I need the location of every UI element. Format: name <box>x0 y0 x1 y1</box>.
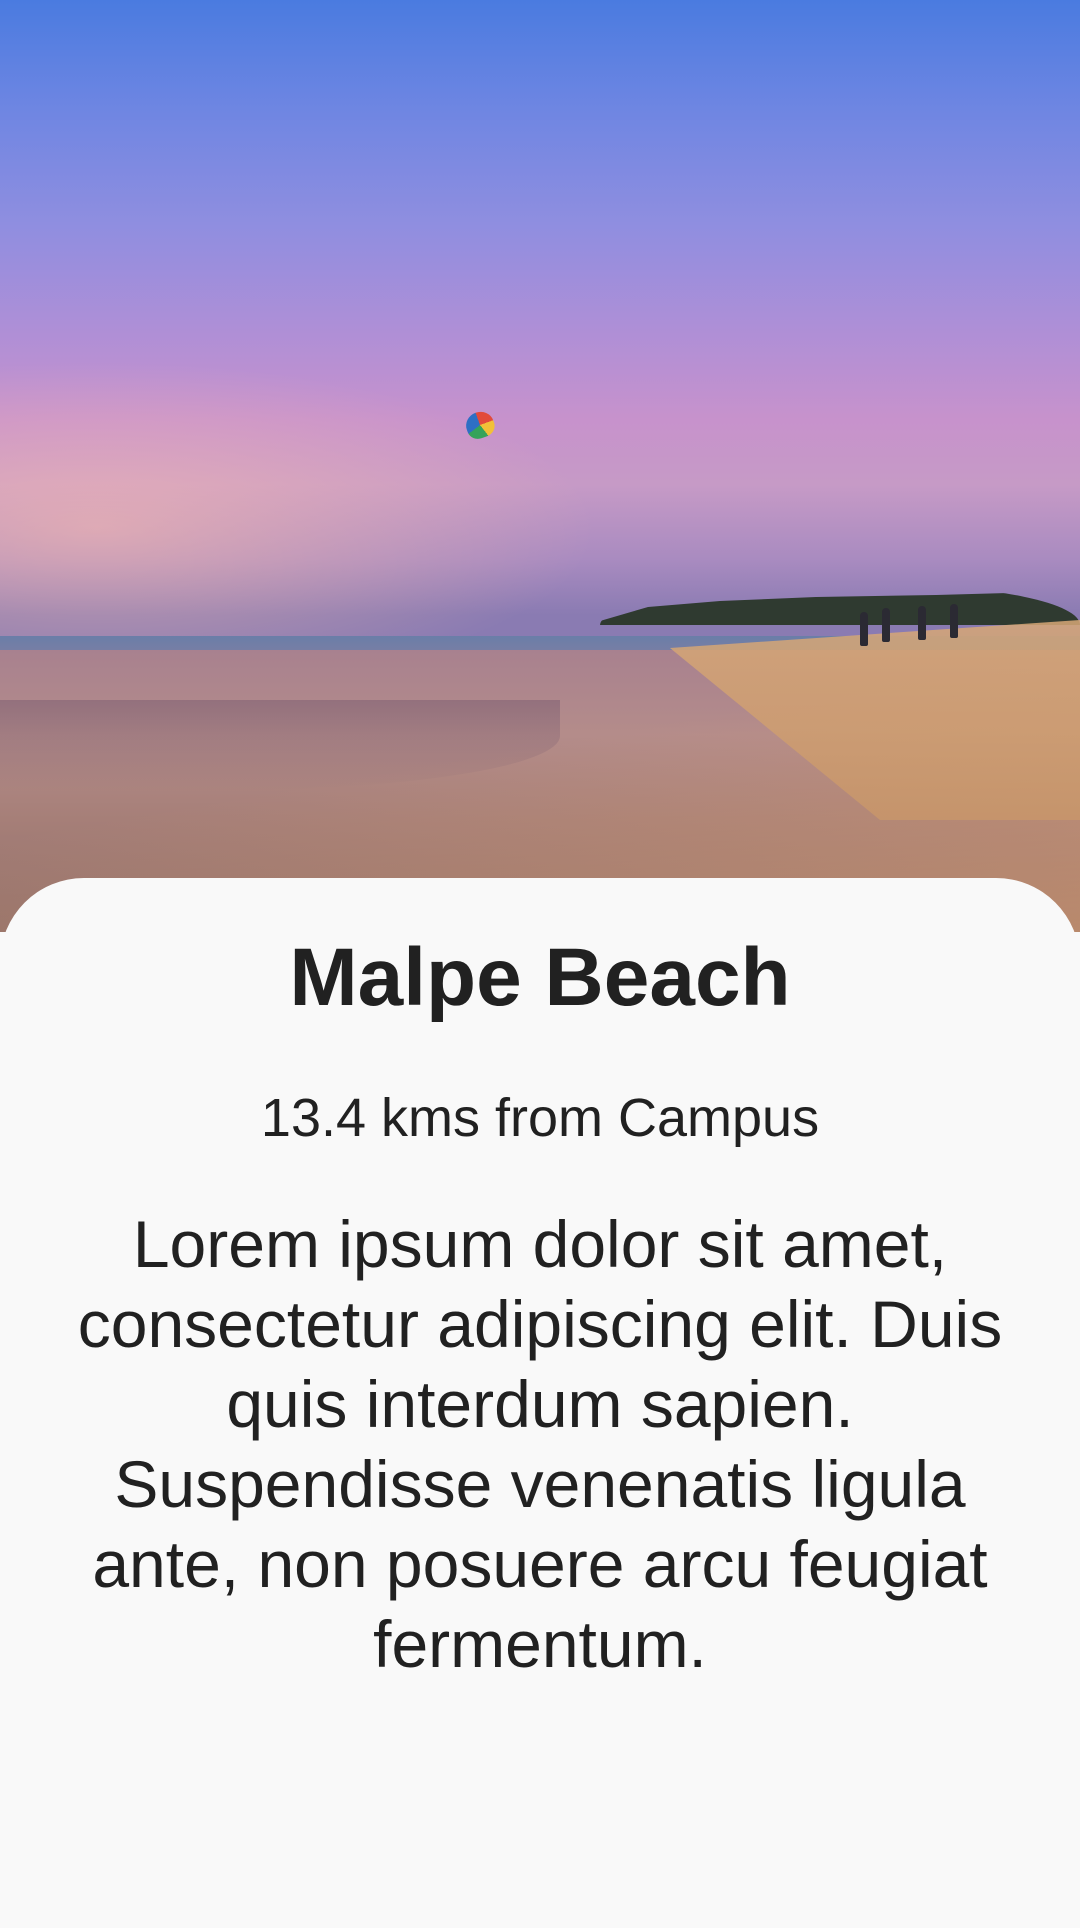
distance-text: 13.4 kms from Campus <box>260 1088 820 1148</box>
place-description: Lorem ipsum dolor sit amet, consectetur … <box>77 1207 1003 1681</box>
place-detail-screen: Malpe Beach 13.4 kms from Campus Lorem i… <box>0 0 1080 1928</box>
sunset-glow <box>0 360 600 640</box>
walking-person <box>950 604 958 638</box>
place-title: Malpe Beach <box>289 932 791 1023</box>
beach-photo <box>0 0 1080 932</box>
treeline <box>600 591 1080 625</box>
walking-person <box>860 612 868 646</box>
walking-person <box>918 606 926 640</box>
walking-person <box>882 608 890 642</box>
